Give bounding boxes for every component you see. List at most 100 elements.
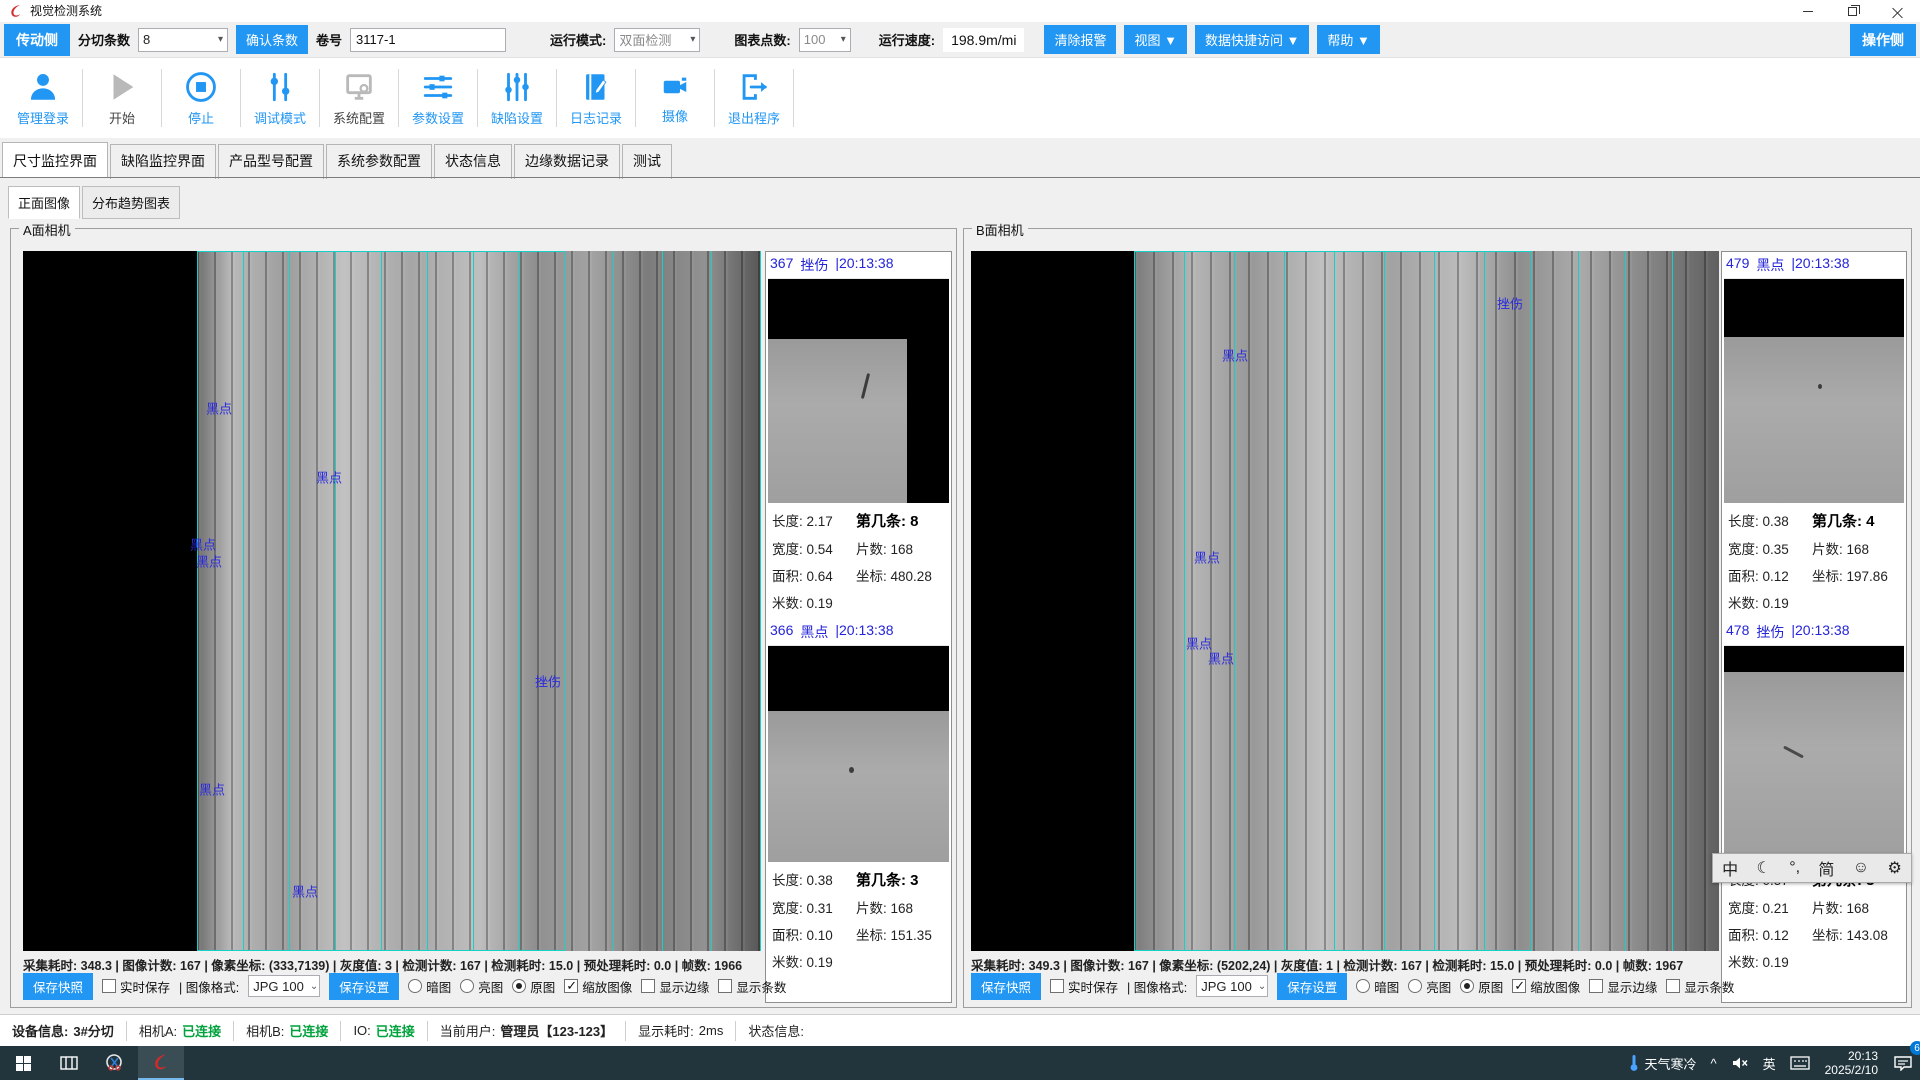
help-menu-button[interactable]: 帮助 ▼	[1317, 25, 1379, 54]
dark-image-radio[interactable]: 暗图	[1356, 977, 1399, 996]
tab-size-monitor[interactable]: 尺寸监控界面	[2, 142, 108, 177]
camera-b-label: 相机B:	[246, 1021, 284, 1040]
stop-button[interactable]: 停止	[162, 62, 240, 134]
confirm-count-button[interactable]: 确认条数	[236, 25, 308, 54]
data-access-menu-button[interactable]: 数据快捷访问 ▼	[1195, 25, 1309, 54]
defect-annotation: 黑点	[1208, 649, 1234, 668]
inspection-app-taskbar-button[interactable]	[138, 1046, 184, 1080]
ime-settings-gear-icon[interactable]: ⚙	[1887, 858, 1901, 878]
capture-button[interactable]: 摄像	[636, 62, 714, 134]
show-edge-checkbox[interactable]: 显示边缘	[1589, 977, 1657, 996]
original-image-radio[interactable]: 原图	[512, 977, 555, 996]
save-settings-button[interactable]: 保存设置	[1277, 973, 1347, 1000]
slit-count-select[interactable]: 8▾	[138, 28, 228, 52]
tab-defect-monitor[interactable]: 缺陷监控界面	[110, 144, 216, 179]
taskbar-clock[interactable]: 20:13 2025/2/10	[1817, 1049, 1886, 1077]
icon-toolbar: 管理登录 开始 停止 调试模式 系统配置 参数设置 缺陷设置	[0, 58, 1920, 138]
show-strips-checkbox[interactable]: 显示条数	[718, 977, 786, 996]
system-config-button[interactable]: 系统配置	[320, 62, 398, 134]
view-menu-button[interactable]: 视图 ▼	[1124, 25, 1186, 54]
camera-b-status-line: 采集耗时: 349.3 | 图像计数: 167 | 像素坐标: (5202,24…	[971, 955, 1706, 974]
minimize-button[interactable]	[1785, 0, 1830, 22]
ime-moon-icon[interactable]: ☾	[1757, 858, 1771, 878]
radio-label: 原图	[530, 977, 555, 996]
defect-time: |20:13:38	[1791, 622, 1849, 642]
save-settings-button[interactable]: 保存设置	[329, 973, 399, 1000]
login-button[interactable]: 管理登录	[4, 62, 82, 134]
camera-a-image[interactable]: 黑点 黑点 黑点 黑点 挫伤 黑点 黑点	[23, 251, 761, 951]
exit-button[interactable]: 退出程序	[715, 62, 793, 134]
tab-test[interactable]: 测试	[622, 144, 672, 179]
start-button[interactable]	[0, 1046, 46, 1080]
stat-label: 面积:	[1728, 928, 1759, 943]
param-settings-button[interactable]: 参数设置	[399, 62, 477, 134]
run-mode-select[interactable]: 双面检测▾	[614, 28, 700, 52]
ime-emoji-icon[interactable]: ☺	[1853, 859, 1869, 877]
dark-image-radio[interactable]: 暗图	[408, 977, 451, 996]
system-config-icon	[342, 70, 376, 104]
snipping-tool-button[interactable]	[92, 1046, 138, 1080]
ime-lang-mode[interactable]: 中	[1722, 856, 1738, 880]
debug-mode-button[interactable]: 调试模式	[241, 62, 319, 134]
defect-card[interactable]: 367 挫伤 |20:13:38 长度: 2.17 第几条: 8 宽度: 0.5…	[768, 253, 949, 616]
exit-icon	[737, 70, 771, 104]
defect-settings-button[interactable]: 缺陷设置	[478, 62, 556, 134]
weather-widget[interactable]: 天气寒冷	[1621, 1046, 1703, 1080]
stat-label: 坐标:	[1812, 569, 1843, 584]
ime-simplified-icon[interactable]: 简	[1818, 856, 1834, 880]
camera-a-panel: A面相机 黑点 黑点 黑点 黑点 挫伤 黑点 黑点 367 挫伤 |20:13:…	[10, 228, 957, 1008]
tab-product-model[interactable]: 产品型号配置	[218, 144, 324, 179]
image-format-select[interactable]: JPG 100⌄	[248, 975, 320, 997]
defect-card[interactable]: 478 挫伤 |20:13:38 长度: 0.57 第几条: 3 宽度: 0.2…	[1724, 620, 1904, 975]
task-view-button[interactable]	[46, 1046, 92, 1080]
operate-side-button[interactable]: 操作侧	[1850, 24, 1916, 56]
checkbox-icon	[1589, 979, 1603, 993]
ime-punctuation-icon[interactable]: °,	[1789, 859, 1800, 877]
status-message-label: 状态信息:	[748, 1021, 804, 1040]
original-image-radio[interactable]: 原图	[1460, 977, 1503, 996]
io-connection: IO: 已连接	[341, 1021, 427, 1041]
radio-icon	[1356, 979, 1370, 993]
stat-value: 2.17	[807, 514, 833, 529]
show-strips-checkbox[interactable]: 显示条数	[1666, 977, 1734, 996]
zoom-image-checkbox[interactable]: 缩放图像	[1512, 977, 1580, 996]
clear-alarm-button[interactable]: 清除报警	[1044, 25, 1116, 54]
tab-edge-data[interactable]: 边缘数据记录	[514, 144, 620, 179]
radio-icon	[408, 979, 422, 993]
stat-value: 0.38	[807, 873, 833, 888]
play-icon	[105, 70, 139, 104]
zoom-image-checkbox[interactable]: 缩放图像	[564, 977, 632, 996]
defect-card[interactable]: 479 黑点 |20:13:38 长度: 0.38 第几条: 4 宽度: 0.3…	[1724, 253, 1904, 616]
tab-front-image[interactable]: 正面图像	[8, 186, 80, 219]
tool-label: 退出程序	[728, 108, 780, 127]
save-snapshot-button[interactable]: 保存快照	[971, 973, 1041, 1000]
tab-status-info[interactable]: 状态信息	[434, 144, 512, 179]
image-format-select[interactable]: JPG 100⌄	[1196, 975, 1268, 997]
maximize-button[interactable]	[1830, 0, 1875, 22]
notification-center-button[interactable]: 6	[1886, 1046, 1920, 1080]
tab-trend-chart[interactable]: 分布趋势图表	[82, 186, 180, 219]
language-indicator[interactable]: 英	[1756, 1046, 1783, 1080]
realtime-save-checkbox[interactable]: 实时保存	[102, 977, 170, 996]
run-speed-label: 运行速度:	[879, 30, 935, 49]
roll-number-input[interactable]	[350, 28, 506, 52]
volume-button[interactable]	[1724, 1046, 1756, 1080]
chart-points-select[interactable]: 100▾	[799, 28, 851, 52]
camera-b-image[interactable]: 挫伤 黑点 黑点 黑点 黑点	[971, 251, 1719, 951]
touch-keyboard-button[interactable]	[1783, 1046, 1817, 1080]
close-button[interactable]	[1875, 0, 1920, 22]
tab-system-params[interactable]: 系统参数配置	[326, 144, 432, 179]
hidden-icons-button[interactable]: ^	[1703, 1046, 1723, 1080]
log-button[interactable]: 日志记录	[557, 62, 635, 134]
start-button[interactable]: 开始	[83, 62, 161, 134]
chevron-down-icon: ▾	[690, 34, 695, 45]
divider	[0, 177, 1920, 178]
realtime-save-checkbox[interactable]: 实时保存	[1050, 977, 1118, 996]
defect-card[interactable]: 366 黑点 |20:13:38 长度: 0.38 第几条: 3 宽度: 0.3…	[768, 620, 949, 975]
run-speed-value: 198.9m/mi	[943, 28, 1024, 52]
save-snapshot-button[interactable]: 保存快照	[23, 973, 93, 1000]
bright-image-radio[interactable]: 亮图	[1408, 977, 1451, 996]
show-edge-checkbox[interactable]: 显示边缘	[641, 977, 709, 996]
drive-side-button[interactable]: 传动侧	[4, 24, 70, 56]
bright-image-radio[interactable]: 亮图	[460, 977, 503, 996]
